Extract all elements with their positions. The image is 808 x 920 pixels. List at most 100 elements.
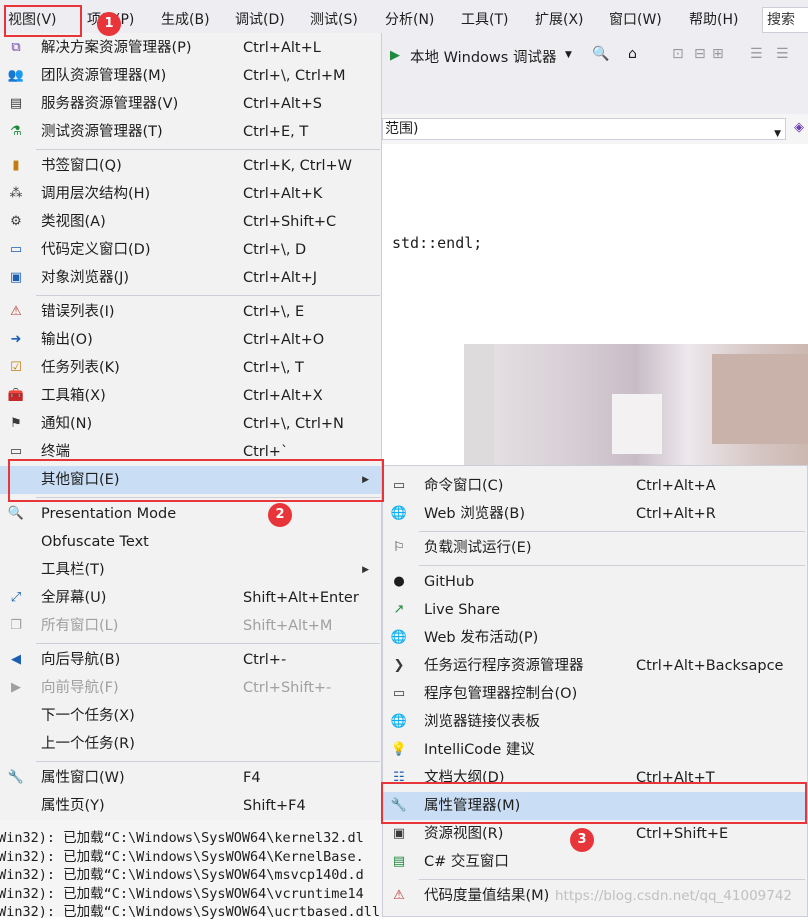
menu-item[interactable]: 👥 团队资源管理器(M) Ctrl+\, Ctrl+M: [0, 62, 381, 90]
menubar-item[interactable]: 窗口(W): [609, 0, 662, 40]
menu-item[interactable]: ⧉ 解决方案资源管理器(P) Ctrl+Alt+L: [0, 34, 381, 62]
bookmark-icon: ▮: [12, 158, 20, 173]
package-console-icon: ▭: [392, 686, 406, 701]
submenu-item[interactable]: 💡 IntelliCode 建议: [383, 736, 807, 764]
dropdown-arrow-icon[interactable]: ▼: [565, 50, 572, 60]
tool-icon[interactable]: ⊞: [712, 46, 724, 62]
menu-item[interactable]: 上一个任务(R): [0, 730, 381, 758]
menu-item: ▶ 向前导航(F) Ctrl+Shift+-: [0, 674, 381, 702]
menu-item-label: Live Share: [424, 602, 501, 618]
tool-icon[interactable]: ⊡: [672, 46, 684, 62]
menu-separator: [36, 643, 380, 644]
menu-item[interactable]: ▮ 书签窗口(Q) Ctrl+K, Ctrl+W: [0, 152, 381, 180]
align-icon[interactable]: ☰: [750, 46, 763, 62]
menu-item[interactable]: ☑ 任务列表(K) Ctrl+\, T: [0, 354, 381, 382]
submenu-item[interactable]: 🌐 Web 浏览器(B) Ctrl+Alt+R: [383, 500, 807, 528]
menu-item-label: 任务运行程序资源管理器: [424, 658, 584, 674]
menu-item-label: 书签窗口(Q): [41, 158, 122, 174]
debugger-button[interactable]: 本地 Windows 调试器: [410, 46, 556, 67]
search-box[interactable]: 搜索: [762, 7, 808, 33]
menu-item[interactable]: 🔧 属性窗口(W) F4: [0, 764, 381, 792]
output-line: (Win32): 已加载“C:\Windows\SysWOW64\ucrtbas…: [0, 904, 380, 920]
menu-item[interactable]: 工具栏(T) ▶: [0, 556, 381, 584]
home-icon[interactable]: ⌂: [628, 46, 637, 62]
menu-item-shortcut: Ctrl+Alt+X: [243, 388, 323, 404]
menu-item-label: 测试资源管理器(T): [41, 124, 163, 140]
find-icon[interactable]: 🔍: [592, 46, 609, 62]
menu-separator: [36, 761, 380, 762]
menu-item-label: 属性页(Y): [41, 798, 105, 814]
submenu-item[interactable]: ▤ C# 交互窗口: [383, 848, 807, 876]
resource-view-icon: ▣: [392, 826, 406, 841]
menu-item[interactable]: ⤢ 全屏幕(U) Shift+Alt+Enter: [0, 584, 381, 612]
menu-item[interactable]: ◀ 向后导航(B) Ctrl+-: [0, 646, 381, 674]
terminal-icon: ▭: [9, 444, 23, 459]
play-icon[interactable]: ▶: [390, 48, 400, 63]
navigate-back-icon: ◀: [11, 652, 21, 667]
browser-link-icon: 🌐: [390, 714, 408, 729]
submenu-item[interactable]: ↗ Live Share: [383, 596, 807, 624]
blurred-image: [464, 344, 494, 474]
menu-item[interactable]: 属性页(Y) Shift+F4: [0, 792, 381, 820]
task-list-icon: ☑: [10, 360, 22, 375]
menu-item-label: 对象浏览器(J): [41, 270, 130, 286]
submenu-item[interactable]: ● GitHub: [383, 568, 807, 596]
menu-item[interactable]: ▭ 代码定义窗口(D) Ctrl+\, D: [0, 236, 381, 264]
scope-dropdown[interactable]: 范围) ▼: [382, 118, 786, 140]
align-icon[interactable]: ☰: [776, 46, 789, 62]
menu-item-label: 全屏幕(U): [41, 590, 107, 606]
menu-item[interactable]: 下一个任务(X): [0, 702, 381, 730]
menu-item[interactable]: 🔍 Presentation Mode: [0, 500, 381, 528]
menu-item-shortcut: Ctrl+\, E: [243, 304, 305, 320]
submenu-item[interactable]: 🌐 浏览器链接仪表板: [383, 708, 807, 736]
submenu-item[interactable]: ▭ 命令窗口(C) Ctrl+Alt+A: [383, 472, 807, 500]
tool-icon[interactable]: ⊟: [694, 46, 706, 62]
intellicode-icon: 💡: [390, 742, 408, 757]
menu-item[interactable]: ⚠ 错误列表(I) Ctrl+\, E: [0, 298, 381, 326]
annotation-badge: 1: [97, 12, 121, 36]
menubar-item[interactable]: 扩展(X): [535, 0, 584, 40]
object-browser-icon: ▣: [9, 270, 23, 285]
menubar-item[interactable]: 帮助(H): [689, 0, 738, 40]
annotation-box-view-menu: [4, 5, 82, 37]
menu-item[interactable]: ▤ 服务器资源管理器(V) Ctrl+Alt+S: [0, 90, 381, 118]
watermark: https://blog.csdn.net/qq_41009742: [555, 888, 793, 904]
menu-item-label: 浏览器链接仪表板: [424, 714, 540, 730]
menu-item-shortcut: Ctrl+\, T: [243, 360, 304, 376]
chevron-down-icon: ▼: [774, 129, 781, 139]
code-metrics-icon: ⚠: [393, 888, 405, 903]
menu-item-label: Obfuscate Text: [41, 534, 149, 550]
menu-item-shortcut: Ctrl+Shift+C: [243, 214, 337, 230]
menu-item-label: 代码定义窗口(D): [41, 242, 151, 258]
web-browser-icon: 🌐: [390, 506, 408, 521]
scope-text: 范围): [385, 121, 419, 137]
menu-item[interactable]: ▣ 对象浏览器(J) Ctrl+Alt+J: [0, 264, 381, 292]
menu-item-label: C# 交互窗口: [424, 854, 509, 870]
annotation-badge: 3: [570, 828, 594, 852]
submenu-item[interactable]: ❯ 任务运行程序资源管理器 Ctrl+Alt+Backsapce: [383, 652, 807, 680]
menu-item-label: 程序包管理器控制台(O): [424, 686, 578, 702]
submenu-arrow-icon: ▶: [362, 565, 369, 575]
menu-item[interactable]: ⚗ 测试资源管理器(T) Ctrl+E, T: [0, 118, 381, 146]
menu-item[interactable]: ⚑ 通知(N) Ctrl+\, Ctrl+N: [0, 410, 381, 438]
submenu-item[interactable]: ▭ 程序包管理器控制台(O): [383, 680, 807, 708]
server-explorer-icon: ▤: [9, 96, 23, 111]
toolbox-icon: 🧰: [7, 388, 25, 403]
menu-item[interactable]: Obfuscate Text: [0, 528, 381, 556]
submenu-item[interactable]: ▣ 资源视图(R) Ctrl+Shift+E: [383, 820, 807, 848]
menu-item[interactable]: 🧰 工具箱(X) Ctrl+Alt+X: [0, 382, 381, 410]
menu-item[interactable]: ⚙ 类视图(A) Ctrl+Shift+C: [0, 208, 381, 236]
menu-item[interactable]: ⁂ 调用层次结构(H) Ctrl+Alt+K: [0, 180, 381, 208]
menubar-item[interactable]: 工具(T): [461, 0, 508, 40]
menu-item-label: 解决方案资源管理器(P): [41, 40, 192, 56]
menubar-item[interactable]: 分析(N): [385, 0, 434, 40]
menu-item[interactable]: ➜ 输出(O) Ctrl+Alt+O: [0, 326, 381, 354]
menu-separator: [419, 565, 805, 566]
cube-icon[interactable]: ◈: [794, 120, 804, 135]
submenu-item[interactable]: 🌐 Web 发布活动(P): [383, 624, 807, 652]
blurred-image: [712, 354, 808, 444]
menu-item-shortcut: Shift+Alt+Enter: [243, 590, 359, 606]
team-explorer-icon: 👥: [7, 68, 25, 83]
menu-item-label: 代码度量值结果(M): [424, 888, 550, 904]
submenu-item[interactable]: ⚐ 负载测试运行(E): [383, 534, 807, 562]
